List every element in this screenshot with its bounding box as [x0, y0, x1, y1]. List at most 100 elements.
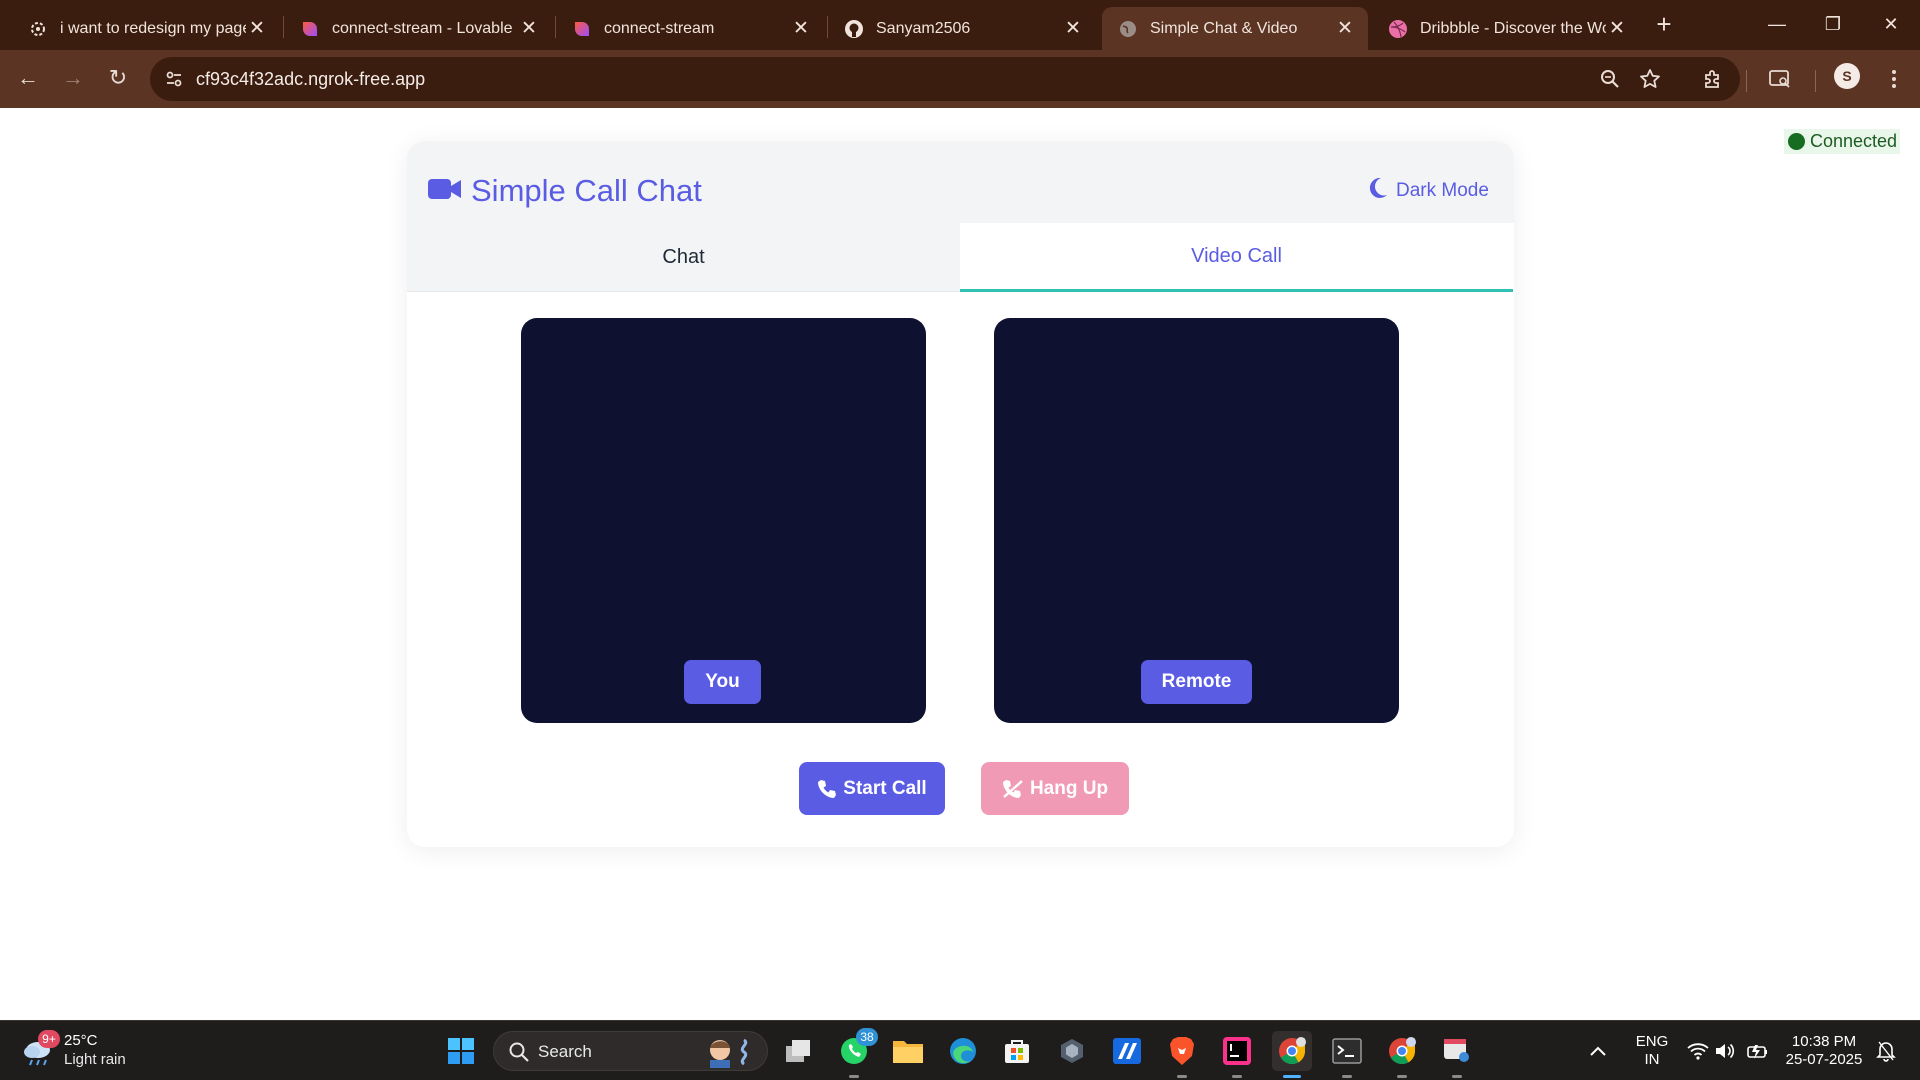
site-settings-icon[interactable] [162, 67, 186, 91]
task-view-icon[interactable] [778, 1031, 818, 1071]
close-tab-icon[interactable]: ✕ [1334, 18, 1356, 40]
status-dot-icon [1788, 133, 1805, 150]
browser-tabstrip: i want to redesign my page ✕ connect-str… [0, 0, 1920, 50]
reload-icon[interactable]: ↻ [101, 61, 135, 95]
gear-logo-icon [28, 19, 48, 39]
battery-icon[interactable] [1746, 1031, 1770, 1071]
clock[interactable]: 10:38 PM 25-07-2025 [1780, 1033, 1868, 1069]
github-icon [844, 19, 864, 39]
whatsapp-icon[interactable]: 38 [834, 1028, 878, 1078]
hexagon-app-icon[interactable] [1052, 1031, 1092, 1071]
start-button[interactable] [441, 1031, 481, 1071]
file-explorer-icon[interactable] [888, 1031, 928, 1071]
phone-icon [817, 779, 837, 799]
toolbar-divider [1815, 70, 1816, 92]
tab-chat[interactable]: Chat [407, 223, 960, 292]
hang-up-button[interactable]: Hang Up [981, 762, 1129, 815]
close-tab-icon[interactable]: ✕ [790, 18, 812, 40]
browser-tab-3[interactable]: connect-stream ✕ [556, 7, 824, 50]
taskbar-search[interactable]: Search [493, 1031, 768, 1071]
local-video: You [521, 318, 926, 723]
start-call-label: Start Call [843, 777, 927, 799]
running-indicator [1283, 1075, 1301, 1078]
connection-status-badge: Connected [1784, 129, 1901, 154]
volume-icon[interactable] [1713, 1031, 1737, 1071]
tab-title: connect-stream [604, 19, 715, 37]
address-bar[interactable]: cf93c4f32adc.ngrok-free.app [150, 57, 1740, 101]
search-label: Search [538, 1042, 592, 1061]
weather-widget[interactable]: 9+ 25°C Light rain [22, 1030, 182, 1072]
remote-video: Remote [994, 318, 1399, 723]
browser-tab-5-active[interactable]: Simple Chat & Video ✕ [1102, 7, 1368, 50]
terminal-icon[interactable] [1327, 1031, 1367, 1078]
language-indicator[interactable]: ENG IN [1628, 1033, 1676, 1069]
lovable-heart-icon [300, 19, 320, 39]
dark-mode-label: Dark Mode [1396, 180, 1489, 201]
tab-title: Simple Chat & Video [1150, 19, 1298, 37]
wifi-icon[interactable] [1686, 1031, 1710, 1071]
tab-title: Sanyam2506 [876, 19, 971, 37]
edge-icon[interactable] [943, 1031, 983, 1071]
weather-badge: 9+ [38, 1030, 60, 1048]
chrome-profile-icon[interactable] [1382, 1031, 1422, 1078]
bookmark-star-icon[interactable] [1634, 63, 1666, 95]
microsoft-store-icon[interactable] [997, 1031, 1037, 1071]
running-indicator [1177, 1075, 1187, 1078]
tab-title: connect-stream - Lovable [332, 19, 513, 37]
remote-video-label: Remote [1141, 660, 1252, 704]
start-call-button[interactable]: Start Call [799, 762, 945, 815]
close-window-icon[interactable]: ✕ [1868, 6, 1914, 42]
browser-tab-2[interactable]: connect-stream - Lovable ✕ [284, 7, 552, 50]
dark-mode-toggle[interactable]: Dark Mode [1368, 177, 1489, 205]
search-icon [508, 1041, 530, 1068]
card-header: Simple Call Chat Dark Mode [407, 141, 1514, 223]
browser-tab-4[interactable]: Sanyam2506 ✕ [828, 7, 1096, 50]
lovable-heart-icon [572, 19, 592, 39]
tab-title: Dribbble - Discover the Wor [1420, 19, 1606, 37]
pen-app-icon[interactable] [1107, 1031, 1147, 1071]
call-chat-card: Simple Call Chat Dark Mode Chat Video Ca… [407, 141, 1514, 847]
video-camera-icon [428, 173, 462, 209]
browser-tab-1[interactable]: i want to redesign my page ✕ [12, 7, 280, 50]
language-line-1: ENG [1635, 1033, 1669, 1050]
chevron-up-icon[interactable] [1583, 1031, 1613, 1071]
dribbble-icon [1388, 19, 1408, 39]
menu-kebab-icon[interactable] [1878, 63, 1910, 95]
running-indicator [1397, 1075, 1407, 1078]
close-tab-icon[interactable]: ✕ [1606, 18, 1628, 40]
running-indicator [1342, 1075, 1352, 1078]
tab-video-call[interactable]: Video Call [960, 223, 1513, 292]
running-indicator [849, 1075, 859, 1078]
weather-condition: Light rain [64, 1051, 126, 1068]
zoom-icon[interactable] [1594, 63, 1626, 95]
restore-icon[interactable]: ❐ [1810, 6, 1856, 42]
tab-search-icon[interactable] [1764, 63, 1796, 95]
browser-tab-6[interactable]: Dribbble - Discover the Wor ✕ [1372, 7, 1640, 50]
local-video-label: You [684, 660, 761, 704]
globe-icon [1118, 19, 1138, 39]
profile-avatar[interactable]: S [1834, 63, 1860, 89]
forward-icon[interactable]: → [56, 61, 90, 95]
extensions-icon[interactable] [1697, 63, 1729, 95]
whatsapp-badge: 38 [856, 1028, 878, 1046]
intellij-icon[interactable] [1217, 1031, 1257, 1078]
back-icon[interactable]: ← [11, 61, 45, 95]
tab-title: i want to redesign my page [60, 19, 246, 37]
windows-taskbar: 9+ 25°C Light rain Search 38 ENG IN 10:3… [0, 1020, 1920, 1080]
app-title: Simple Call Chat [428, 173, 702, 209]
brave-icon[interactable] [1162, 1031, 1202, 1078]
minimize-icon[interactable]: — [1754, 6, 1800, 42]
new-tab-icon[interactable]: + [1652, 10, 1676, 38]
language-line-2: IN [1644, 1051, 1660, 1068]
close-tab-icon[interactable]: ✕ [518, 18, 540, 40]
app-title-text: Simple Call Chat [471, 173, 702, 208]
close-tab-icon[interactable]: ✕ [1062, 18, 1084, 40]
close-tab-icon[interactable]: ✕ [246, 18, 268, 40]
clock-date: 25-07-2025 [1785, 1051, 1863, 1068]
chrome-active-icon[interactable] [1272, 1031, 1312, 1078]
notification-bell-icon[interactable] [1874, 1031, 1898, 1071]
snipping-tool-icon[interactable] [1437, 1031, 1477, 1078]
clock-time: 10:38 PM [1791, 1033, 1857, 1050]
connection-status-text: Connected [1810, 131, 1898, 151]
running-indicator [1452, 1075, 1462, 1078]
